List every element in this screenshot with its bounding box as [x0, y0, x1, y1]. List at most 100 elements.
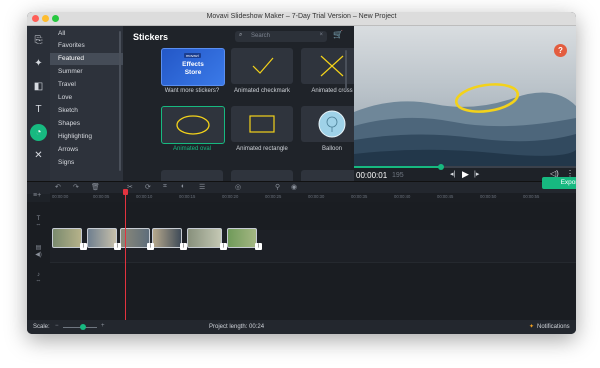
transition-marker[interactable]: ⟩: [114, 243, 121, 250]
import-tool-button[interactable]: ⎘: [30, 32, 47, 49]
audio-track-icon: ♪ ⇔: [27, 272, 50, 284]
play-button[interactable]: ▶: [462, 169, 469, 180]
checkmark-icon: [252, 57, 274, 74]
clip-thumbnail[interactable]: [52, 228, 82, 248]
search-input[interactable]: ⌕ Search ×: [235, 31, 327, 42]
previous-frame-button[interactable]: ◂|: [450, 170, 455, 178]
scale-label: Scale:: [33, 324, 50, 330]
transition-marker[interactable]: ⟩: [220, 243, 227, 250]
rotate-icon[interactable]: ⟳: [145, 183, 151, 191]
sticker-partial[interactable]: [231, 170, 293, 181]
scale-slider-handle[interactable]: [80, 324, 86, 330]
video-track-icon: ▤ ◀): [27, 244, 50, 258]
category-shapes[interactable]: Shapes: [50, 118, 123, 130]
seek-progress: [354, 166, 441, 168]
title-track[interactable]: [50, 202, 576, 231]
help-button[interactable]: ?: [554, 44, 567, 57]
transition-icon: ◧: [33, 81, 44, 92]
notifications-icon[interactable]: ✦: [529, 323, 534, 330]
filters-tool-button[interactable]: ✦: [30, 55, 47, 72]
transition-marker[interactable]: ⟩: [255, 243, 262, 250]
crop-icon[interactable]: ⌗: [163, 183, 167, 191]
transition-marker[interactable]: ⟩: [180, 243, 187, 250]
app-window: Movavi Slideshow Maker – 7-Day Trial Ver…: [27, 12, 576, 334]
stabilize-icon[interactable]: ◎: [235, 183, 241, 191]
category-summer[interactable]: Summer: [50, 66, 123, 78]
clip-thumbnail[interactable]: [187, 228, 222, 248]
timeline-tracks: T ⇔ ▤ ◀) ♪ ⇔: [27, 202, 576, 320]
stickers-icon: ◔: [35, 127, 42, 138]
zoom-in-icon[interactable]: +: [101, 323, 105, 329]
sticker-partial[interactable]: [161, 170, 223, 181]
cart-icon[interactable]: 🛒: [333, 30, 343, 39]
category-highlighting[interactable]: Highlighting: [50, 131, 123, 143]
store-title-line2: Store: [184, 69, 202, 76]
color-adjust-icon[interactable]: ◐: [181, 183, 185, 190]
audio-record-icon[interactable]: ⚲: [275, 183, 280, 191]
delete-icon[interactable]: 🗑: [91, 183, 100, 191]
current-frame: 195: [392, 172, 404, 179]
title-bar: Movavi Slideshow Maker – 7-Day Trial Ver…: [27, 12, 576, 26]
category-favorites[interactable]: Favorites: [50, 40, 123, 52]
clip-thumbnail[interactable]: [87, 228, 117, 248]
undo-icon[interactable]: ↶: [55, 183, 61, 191]
search-icon: ⌕: [239, 32, 243, 38]
clear-search-icon[interactable]: ×: [319, 32, 323, 38]
movavi-badge: movavi: [184, 53, 201, 58]
titles-icon: T: [35, 104, 42, 115]
next-frame-button[interactable]: |▸: [474, 170, 479, 178]
tools-sidebar: ⎘ ✦ ◧ T ◔ ✕: [27, 26, 50, 181]
preview-player[interactable]: ?: [354, 26, 576, 166]
redo-icon[interactable]: ↷: [73, 183, 79, 191]
clip-thumbnail[interactable]: [152, 228, 182, 248]
ruler-tick: 00:00:20: [222, 194, 239, 199]
export-button[interactable]: Export: [542, 177, 576, 189]
category-sketch[interactable]: Sketch: [50, 105, 123, 117]
category-love[interactable]: Love: [50, 92, 123, 104]
category-arrows[interactable]: Arrows: [50, 144, 123, 156]
sticker-categories: All Favorites Featured Summer Travel Lov…: [50, 26, 123, 181]
clip-thumbnail[interactable]: [227, 228, 257, 248]
zoom-out-icon[interactable]: −: [55, 323, 59, 329]
tools-icon: ✕: [34, 150, 43, 161]
transitions-tool-button[interactable]: ◧: [30, 78, 47, 95]
ruler-tick: 00:00:55: [523, 194, 540, 199]
titles-tool-button[interactable]: T: [30, 101, 47, 118]
ruler-tick: 00:00:05: [93, 194, 110, 199]
sticker-animated-checkmark[interactable]: [231, 48, 293, 84]
category-scrollbar[interactable]: [119, 31, 121, 171]
track-settings-icon[interactable]: ≡+: [33, 192, 41, 199]
category-travel[interactable]: Travel: [50, 79, 123, 91]
audio-track[interactable]: [50, 262, 576, 290]
sticker-animated-oval[interactable]: [161, 106, 225, 144]
ruler-tick: 00:00:35: [351, 194, 368, 199]
notifications-link[interactable]: Notifications: [537, 324, 570, 330]
sticker-label: Animated checkmark: [233, 88, 291, 94]
sticker-animated-rectangle[interactable]: [231, 106, 293, 142]
window-title: Movavi Slideshow Maker – 7-Day Trial Ver…: [206, 13, 397, 20]
preview-image: [354, 26, 576, 166]
ruler-tick: 00:00:45: [437, 194, 454, 199]
webcam-icon[interactable]: ◉: [291, 183, 297, 191]
properties-icon[interactable]: ☰: [199, 183, 205, 191]
ruler-tick: 00:00:40: [394, 194, 411, 199]
current-time: 00:00:01: [356, 171, 388, 180]
stickers-scrollbar[interactable]: [345, 50, 347, 90]
transition-marker[interactable]: ⟩: [147, 243, 154, 250]
ruler-tick: 00:00:00: [52, 194, 69, 199]
sticker-effects-store[interactable]: movavi Effects Store: [161, 48, 225, 86]
category-featured[interactable]: Featured: [50, 53, 123, 65]
transition-marker[interactable]: ⟩: [80, 243, 87, 250]
timeline-ruler[interactable]: 00:00:00 00:00:05 00:00:10 00:00:15 00:0…: [50, 193, 576, 202]
status-bar: Scale: − + Project length: 00:24 ✦ Notif…: [27, 320, 576, 334]
rectangle-icon: [249, 115, 275, 133]
more-tools-button[interactable]: ✕: [30, 147, 47, 164]
ruler-tick: 00:00:25: [265, 194, 282, 199]
sticker-label: Animated oval: [172, 146, 212, 152]
stickers-tool-button[interactable]: ◔: [30, 124, 47, 141]
category-all[interactable]: All: [50, 28, 123, 40]
category-signs[interactable]: Signs: [50, 157, 123, 169]
sticker-label: Want more stickers?: [164, 88, 220, 94]
store-title-line1: Effects: [182, 61, 204, 68]
seek-handle[interactable]: [438, 164, 444, 170]
